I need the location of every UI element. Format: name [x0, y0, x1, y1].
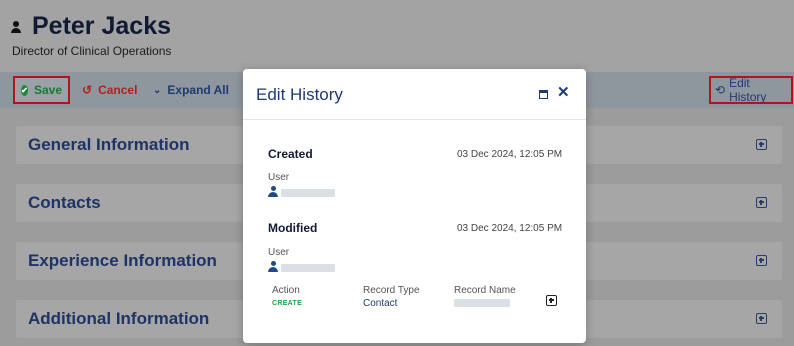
redacted-record-name	[454, 299, 510, 307]
history-icon: ⟲	[715, 83, 726, 97]
person-icon	[11, 21, 21, 33]
redacted-user-name	[281, 189, 335, 197]
save-button[interactable]: ✔ Save	[13, 76, 70, 104]
record-header: Peter Jacks Director of Clinical Operati…	[0, 0, 794, 72]
edit-history-dialog: Edit History ✕ Created 03 Dec 2024, 12:0…	[243, 69, 586, 343]
section-title: Additional Information	[28, 309, 210, 328]
expand-plus-icon[interactable]	[756, 197, 767, 208]
created-date: 03 Dec 2024, 12:05 PM	[457, 149, 563, 160]
expand-all-button[interactable]: ⌄ Expand All	[147, 76, 235, 104]
check-circle-icon: ✔	[21, 84, 28, 96]
section-title: Experience Information	[28, 251, 217, 270]
record-subtitle: Director of Clinical Operations	[12, 44, 172, 58]
section-title: General Information	[28, 135, 190, 154]
action-value: CREATE	[272, 300, 303, 307]
user-icon	[268, 261, 278, 272]
action-column-label: Action	[272, 285, 300, 296]
modified-user-label: User	[268, 247, 290, 258]
close-icon[interactable]: ✕	[557, 85, 570, 100]
expand-all-label: Expand All	[167, 83, 229, 97]
expand-plus-icon[interactable]	[756, 139, 767, 150]
edit-history-button[interactable]: ⟲ Edit History	[709, 76, 793, 104]
edit-history-label: Edit History	[729, 76, 767, 104]
cancel-label: Cancel	[98, 83, 138, 97]
record-name: Peter Jacks	[32, 12, 172, 40]
expand-plus-icon[interactable]	[756, 313, 767, 324]
created-user-label: User	[268, 172, 290, 183]
section-title: Contacts	[28, 193, 101, 212]
maximize-icon[interactable]	[539, 90, 548, 99]
record-type-column-label: Record Type	[363, 285, 420, 296]
created-label: Created	[268, 147, 313, 161]
expand-plus-icon[interactable]	[546, 295, 557, 306]
expand-plus-icon[interactable]	[756, 255, 767, 266]
double-chevron-down-icon: ⌄	[153, 84, 162, 96]
record-type-value: Contact	[363, 298, 398, 309]
record-name-column-label: Record Name	[454, 285, 516, 296]
user-icon	[268, 186, 278, 197]
undo-icon: ↺	[82, 83, 93, 97]
dialog-divider	[243, 119, 586, 120]
modified-label: Modified	[268, 221, 318, 235]
redacted-user-name	[281, 264, 335, 272]
dialog-title: Edit History	[256, 85, 343, 104]
cancel-button[interactable]: ↺ Cancel	[76, 76, 143, 104]
save-label: Save	[33, 83, 62, 97]
modified-date: 03 Dec 2024, 12:05 PM	[457, 223, 563, 234]
